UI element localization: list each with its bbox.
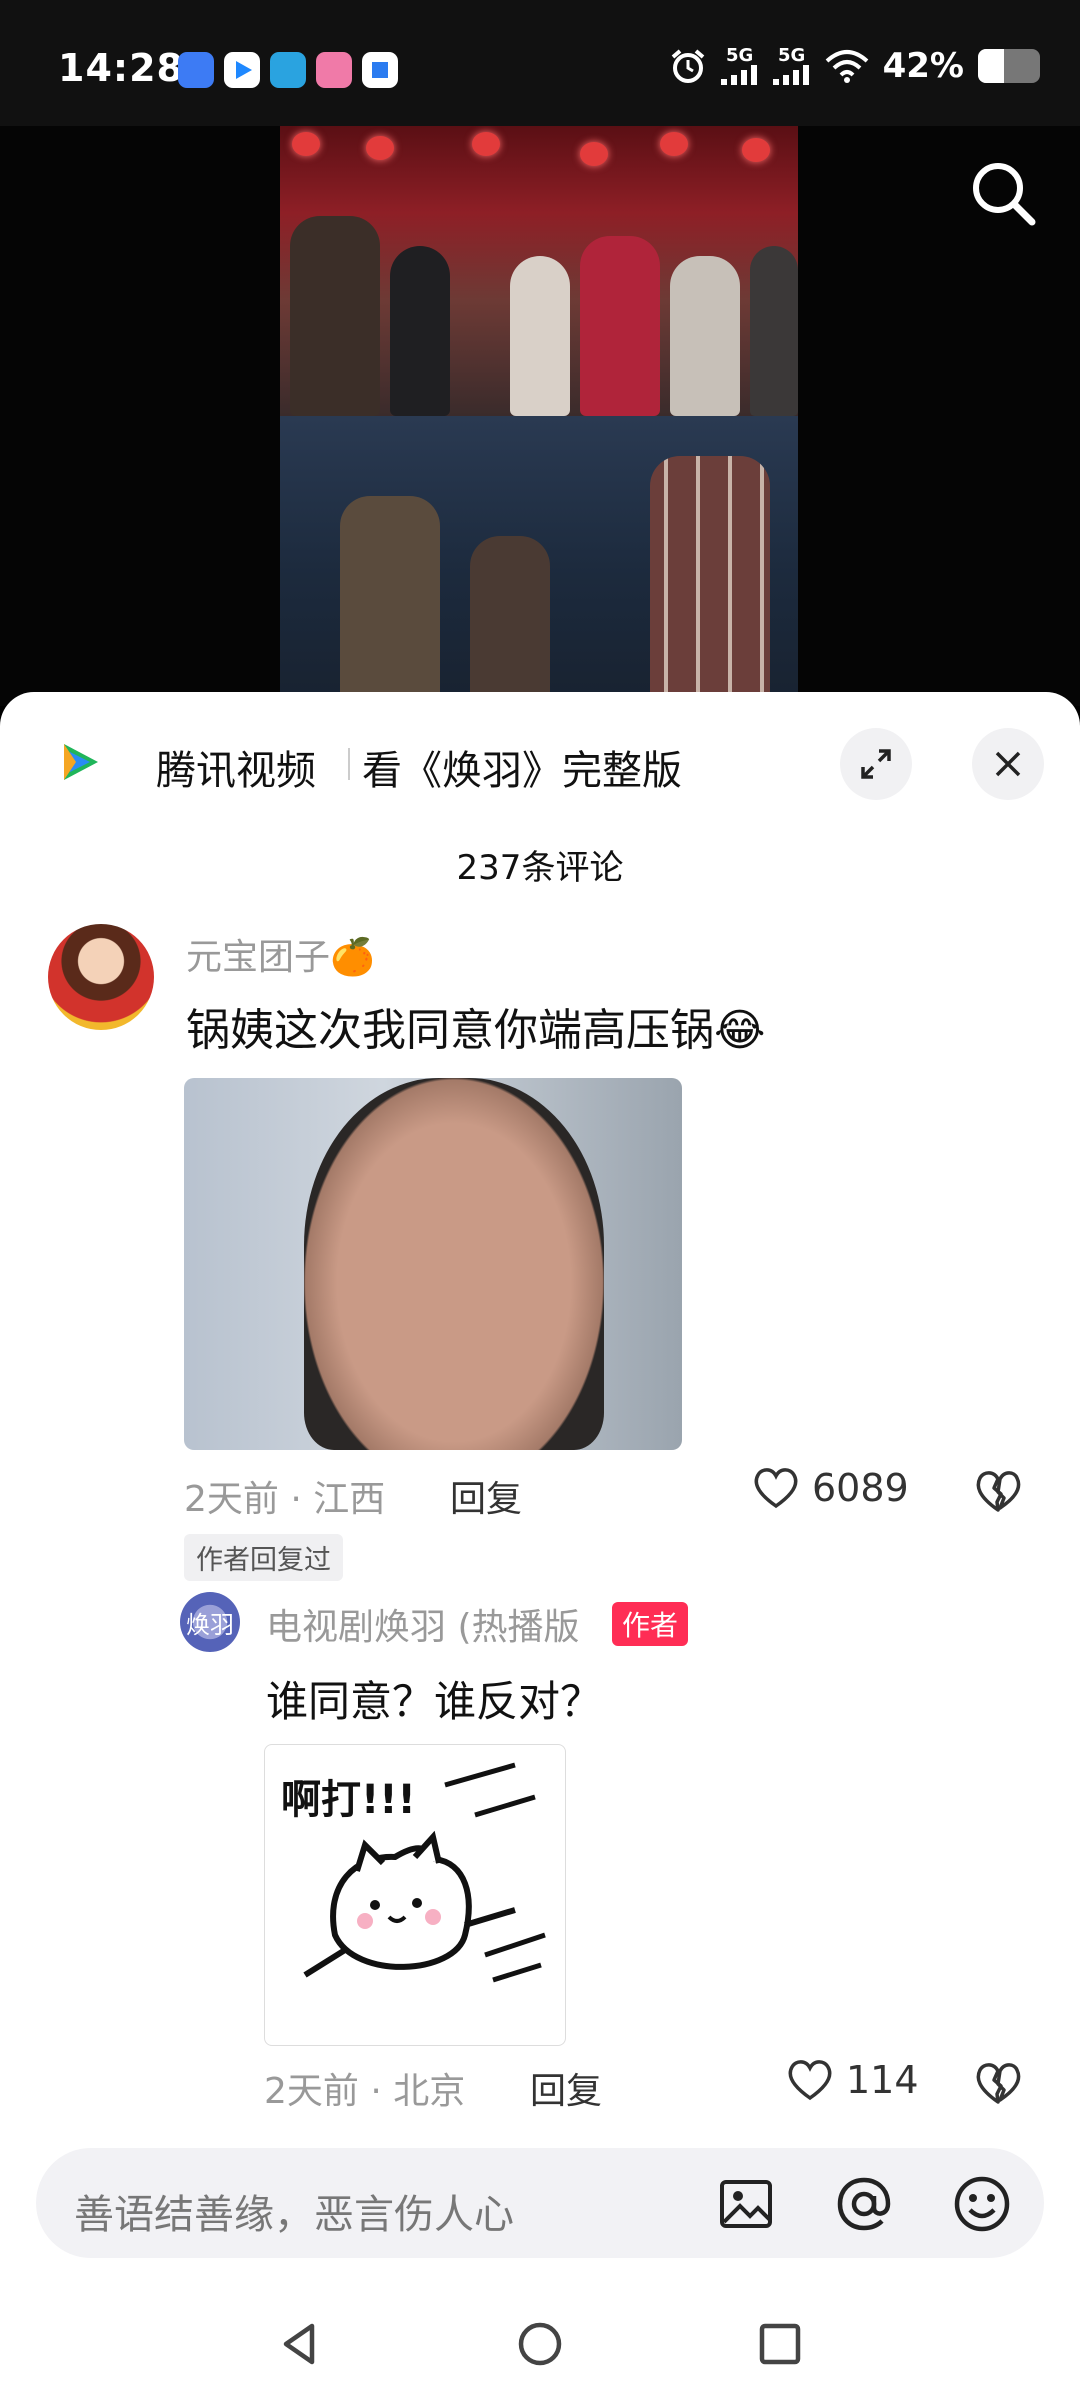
- reply-like-count: 114: [846, 2058, 919, 2102]
- video-scene-night: [280, 416, 798, 706]
- expand-icon: [861, 749, 891, 779]
- close-icon: [995, 751, 1021, 777]
- reply-reply-button[interactable]: 回复: [530, 2062, 602, 2114]
- mention-icon[interactable]: [834, 2174, 894, 2234]
- author-badge: 作者: [612, 1602, 689, 1646]
- app-icon-play: [224, 52, 260, 88]
- like-button[interactable]: 6089: [752, 1466, 909, 1510]
- comment-count: 237条评论: [456, 848, 624, 888]
- comment-image[interactable]: [184, 1078, 682, 1450]
- image-icon[interactable]: [716, 2174, 776, 2234]
- home-icon[interactable]: [510, 2314, 570, 2374]
- video-frame[interactable]: [280, 126, 798, 706]
- wifi-icon: [825, 50, 868, 83]
- reply-like-button[interactable]: 114: [786, 2058, 919, 2102]
- app-icon-square: [362, 52, 398, 88]
- comment-username[interactable]: 元宝团子🍊: [186, 928, 375, 980]
- recents-icon[interactable]: [750, 2314, 810, 2374]
- status-bar: 14:28 5G 5G 42%: [0, 0, 1080, 126]
- status-indicators: 5G 5G 42%: [669, 46, 1040, 86]
- tencent-video-logo-icon[interactable]: [56, 738, 104, 786]
- like-count: 6089: [812, 1466, 909, 1510]
- reply-button[interactable]: 回复: [450, 1470, 522, 1522]
- system-nav-bar: [0, 2288, 1080, 2400]
- avatar[interactable]: [48, 924, 154, 1030]
- reply-sticker[interactable]: 啊打!!!: [264, 1744, 566, 2046]
- battery-percent: 42%: [882, 46, 964, 86]
- expand-button[interactable]: [840, 728, 912, 800]
- broken-heart-icon[interactable]: [974, 2060, 1022, 2108]
- brand-name[interactable]: 腾讯视频: [156, 738, 316, 796]
- app-icon-telegram: [270, 52, 306, 88]
- emoji-icon[interactable]: [952, 2174, 1012, 2234]
- signal-2: 5G: [772, 47, 811, 85]
- comment-sheet: 腾讯视频 看《焕羽》完整版 237条评论 元宝团子🍊 锅姨这次我同意你端高压锅😂…: [0, 692, 1080, 2400]
- comment-input[interactable]: 善语结善缘，恶言伤人心: [36, 2148, 1044, 2258]
- video-scene-wedding: [280, 126, 798, 416]
- signal-1: 5G: [720, 47, 759, 85]
- close-button[interactable]: [972, 728, 1044, 800]
- reply-text: 谁同意？谁反对？: [266, 1677, 603, 1726]
- comment-text: 锅姨这次我同意你端高压锅😂: [186, 1005, 766, 1056]
- reply-avatar[interactable]: 焕羽: [180, 1592, 240, 1652]
- comment-meta: 2天前 · 江西: [184, 1479, 386, 1520]
- broken-heart-icon[interactable]: [974, 1468, 1022, 1516]
- app-icon-blue: [178, 52, 214, 88]
- reply-username[interactable]: 电视剧焕羽 (热播版: [266, 1598, 580, 1650]
- sheet-header: 腾讯视频 看《焕羽》完整版: [0, 692, 1080, 842]
- watch-full-link[interactable]: 看《焕羽》完整版: [362, 738, 682, 796]
- reply-meta: 2天前 · 北京: [264, 2071, 466, 2112]
- battery-icon: [978, 49, 1040, 83]
- back-icon[interactable]: [270, 2314, 330, 2374]
- search-icon[interactable]: [966, 156, 1042, 232]
- video-player[interactable]: [0, 126, 1080, 706]
- sticker-text: 啊打!!!: [281, 1777, 416, 1823]
- comment-input-placeholder[interactable]: 善语结善缘，恶言伤人心: [74, 2182, 514, 2240]
- heart-icon: [754, 1468, 798, 1509]
- app-icon-bilibili: [316, 52, 352, 88]
- header-divider: [348, 748, 350, 780]
- status-time: 14:28: [58, 46, 184, 90]
- alarm-icon: [671, 49, 704, 83]
- comment-image-face: [304, 1078, 604, 1450]
- heart-icon: [788, 2060, 832, 2101]
- author-replied-tag: 作者回复过: [184, 1534, 343, 1581]
- notification-icons: [178, 52, 398, 88]
